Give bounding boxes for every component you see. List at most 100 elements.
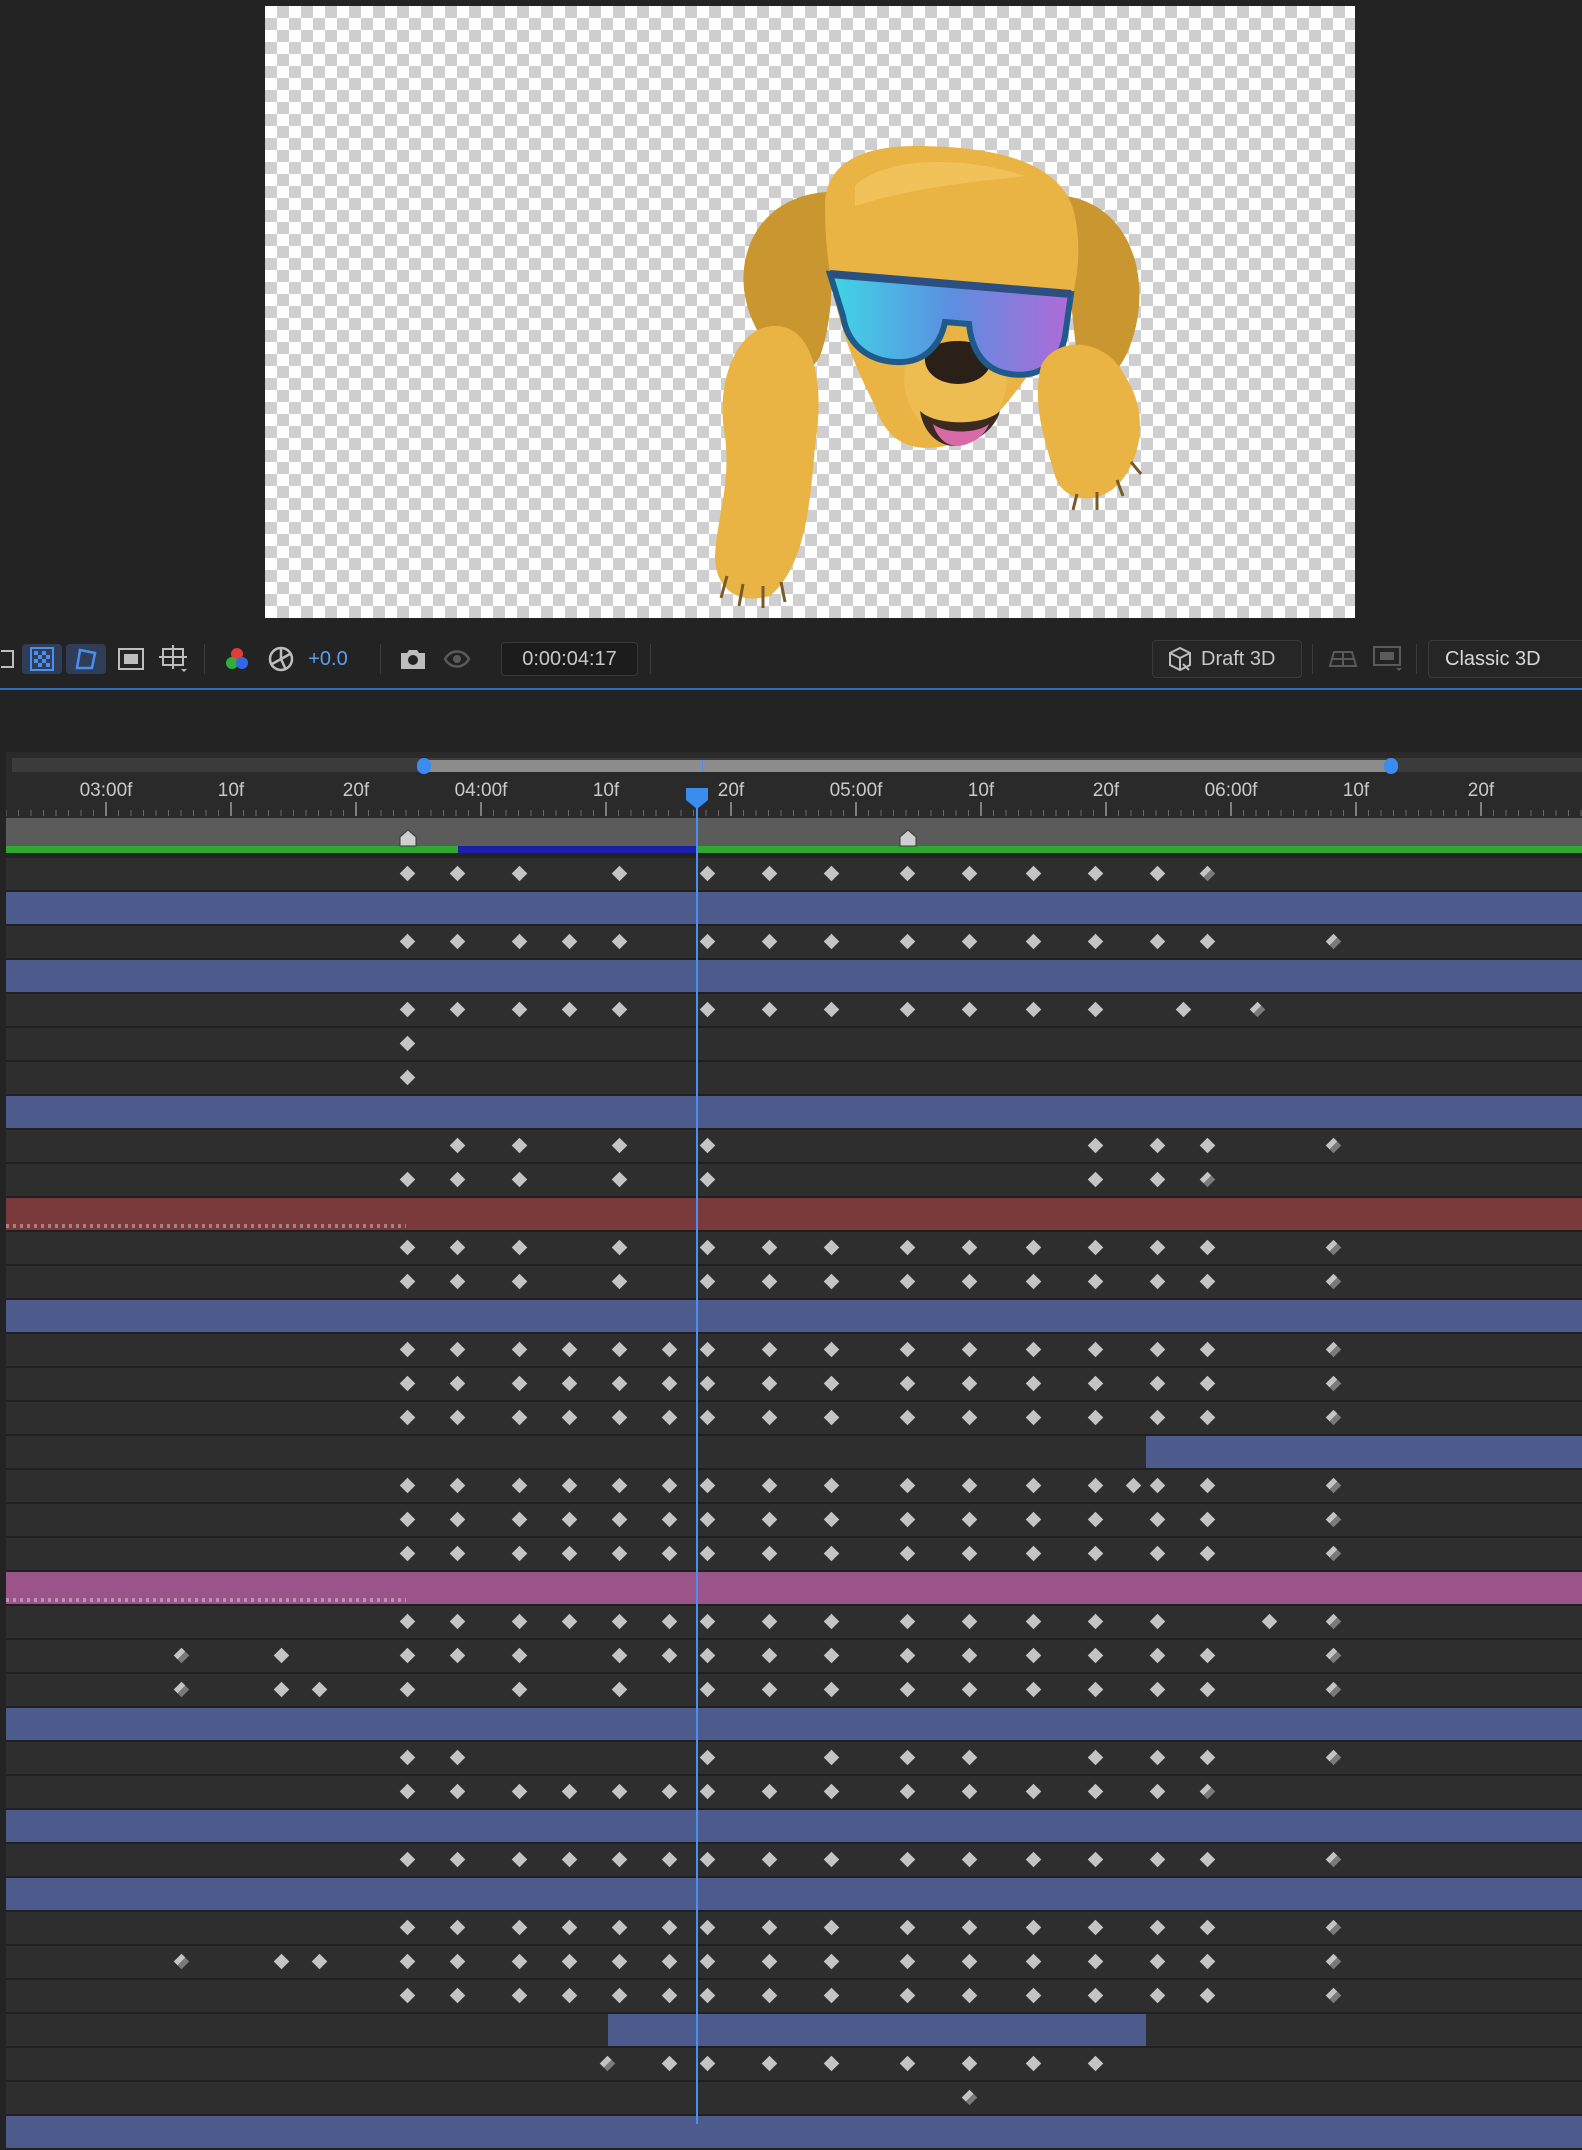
keyframe-icon[interactable] (961, 2055, 978, 2072)
keyframe-icon[interactable] (1199, 1987, 1216, 2004)
keyframe-icon[interactable] (1175, 1001, 1192, 1018)
keyframe-icon[interactable] (611, 1375, 628, 1392)
current-time-display[interactable]: 0:00:04:17 (501, 642, 638, 676)
extended-viewer-icon[interactable] (1370, 644, 1406, 674)
keyframe-icon[interactable] (699, 1273, 716, 1290)
keyframe-icon[interactable] (761, 933, 778, 950)
layer-duration-bar[interactable] (6, 1096, 1582, 1128)
keyframe-icon[interactable] (1325, 1477, 1342, 1494)
reset-exposure-icon[interactable] (266, 644, 296, 674)
keyframe-icon[interactable] (611, 1851, 628, 1868)
keyframe-icon[interactable] (1325, 933, 1342, 950)
keyframe-icon[interactable] (899, 1001, 916, 1018)
keyframe-icon[interactable] (699, 1545, 716, 1562)
keyframe-icon[interactable] (1325, 1239, 1342, 1256)
keyframe-icon[interactable] (273, 1953, 290, 1970)
keyframe-icon[interactable] (511, 1239, 528, 1256)
keyframe-icon[interactable] (1025, 1273, 1042, 1290)
keyframe-icon[interactable] (699, 1647, 716, 1664)
keyframe-icon[interactable] (761, 1511, 778, 1528)
keyframe-icon[interactable] (899, 1749, 916, 1766)
property-track[interactable] (6, 1062, 1582, 1094)
keyframe-icon[interactable] (1149, 1341, 1166, 1358)
keyframe-icon[interactable] (611, 1001, 628, 1018)
keyframe-icon[interactable] (899, 2055, 916, 2072)
keyframe-icon[interactable] (961, 1375, 978, 1392)
keyframe-icon[interactable] (899, 865, 916, 882)
keyframe-icon[interactable] (1087, 1647, 1104, 1664)
property-track[interactable] (6, 1368, 1582, 1400)
keyframe-icon[interactable] (511, 1647, 528, 1664)
keyframe-icon[interactable] (449, 933, 466, 950)
keyframe-icon[interactable] (899, 1375, 916, 1392)
keyframe-icon[interactable] (611, 1987, 628, 2004)
layer-duration-bar[interactable] (608, 2014, 1146, 2046)
keyframe-icon[interactable] (511, 1511, 528, 1528)
keyframe-icon[interactable] (611, 1953, 628, 1970)
keyframe-icon[interactable] (511, 1273, 528, 1290)
comp-marker-icon[interactable] (898, 829, 918, 847)
keyframe-icon[interactable] (311, 1953, 328, 1970)
keyframe-icon[interactable] (511, 933, 528, 950)
keyframe-icon[interactable] (961, 1409, 978, 1426)
keyframe-icon[interactable] (1087, 1511, 1104, 1528)
keyframe-icon[interactable] (1149, 1409, 1166, 1426)
keyframe-icon[interactable] (1087, 1919, 1104, 1936)
keyframe-icon[interactable] (611, 1239, 628, 1256)
property-track[interactable] (6, 1334, 1582, 1366)
keyframe-icon[interactable] (961, 933, 978, 950)
keyframe-icon[interactable] (899, 1511, 916, 1528)
property-track[interactable] (6, 994, 1582, 1026)
keyframe-icon[interactable] (1199, 1477, 1216, 1494)
keyframe-icon[interactable] (961, 1783, 978, 1800)
property-track[interactable] (6, 1470, 1582, 1502)
keyframe-icon[interactable] (961, 1001, 978, 1018)
keyframe-icon[interactable] (761, 865, 778, 882)
keyframe-icon[interactable] (1025, 1613, 1042, 1630)
keyframe-icon[interactable] (1149, 1783, 1166, 1800)
region-of-interest-icon[interactable] (0, 644, 18, 674)
keyframe-icon[interactable] (899, 1545, 916, 1562)
keyframe-icon[interactable] (449, 1749, 466, 1766)
keyframe-icon[interactable] (699, 1001, 716, 1018)
layer-duration-bar[interactable] (6, 1572, 1582, 1604)
keyframe-icon[interactable] (1149, 1987, 1166, 2004)
keyframe-icon[interactable] (1325, 1647, 1342, 1664)
keyframe-icon[interactable] (1325, 1545, 1342, 1562)
keyframe-icon[interactable] (899, 1341, 916, 1358)
layer-duration-bar[interactable] (6, 1300, 1582, 1332)
keyframe-icon[interactable] (1149, 1647, 1166, 1664)
keyframe-icon[interactable] (599, 2055, 616, 2072)
keyframe-icon[interactable] (173, 1647, 190, 1664)
keyframe-icon[interactable] (1087, 1171, 1104, 1188)
keyframe-icon[interactable] (899, 1681, 916, 1698)
keyframe-icon[interactable] (1325, 1273, 1342, 1290)
keyframe-icon[interactable] (699, 1341, 716, 1358)
keyframe-icon[interactable] (761, 1409, 778, 1426)
keyframe-icon[interactable] (1325, 1137, 1342, 1154)
keyframe-icon[interactable] (823, 1919, 840, 1936)
keyframe-icon[interactable] (823, 1681, 840, 1698)
keyframe-icon[interactable] (761, 1783, 778, 1800)
keyframe-icon[interactable] (449, 1477, 466, 1494)
keyframe-icon[interactable] (661, 1341, 678, 1358)
keyframe-icon[interactable] (1087, 1375, 1104, 1392)
keyframe-icon[interactable] (511, 1171, 528, 1188)
property-track[interactable] (6, 1130, 1582, 1162)
keyframe-icon[interactable] (699, 1851, 716, 1868)
property-track[interactable] (6, 1266, 1582, 1298)
keyframe-icon[interactable] (899, 1783, 916, 1800)
keyframe-icon[interactable] (1149, 1477, 1166, 1494)
layer-duration-bar[interactable] (6, 1810, 1582, 1842)
keyframe-icon[interactable] (761, 1681, 778, 1698)
keyframe-icon[interactable] (561, 933, 578, 950)
keyframe-icon[interactable] (823, 865, 840, 882)
keyframe-icon[interactable] (823, 1647, 840, 1664)
mask-path-icon[interactable] (66, 644, 106, 674)
keyframe-icon[interactable] (449, 1987, 466, 2004)
keyframe-icon[interactable] (1025, 1851, 1042, 1868)
keyframe-icon[interactable] (611, 1919, 628, 1936)
3d-ground-plane-icon[interactable] (1326, 644, 1360, 674)
keyframe-icon[interactable] (899, 1239, 916, 1256)
keyframe-icon[interactable] (399, 1681, 416, 1698)
